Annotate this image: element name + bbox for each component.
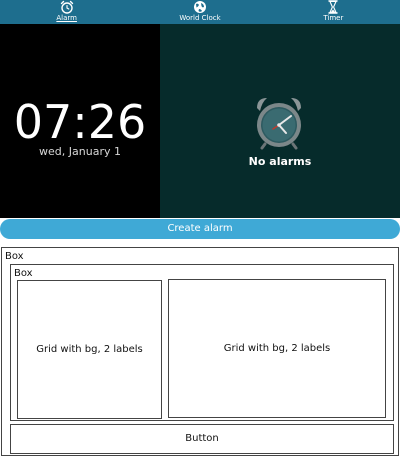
alarm-clock-icon (60, 0, 73, 14)
grid-right: Grid with bg, 2 labels (168, 279, 386, 418)
tab-world-clock[interactable]: World Clock (133, 0, 266, 24)
tab-bar: Alarm World Clock Timer (0, 0, 400, 24)
current-time: 07:26 (13, 95, 147, 149)
tab-alarm[interactable]: Alarm (0, 0, 133, 24)
current-date: wed, January 1 (39, 145, 121, 158)
alarms-panel: No alarms (160, 24, 400, 218)
clock-panel: 07:26 wed, January 1 (0, 24, 160, 218)
hourglass-icon (328, 0, 339, 14)
tab-alarm-label: Alarm (56, 14, 77, 22)
tab-timer-label: Timer (323, 14, 344, 22)
tab-world-clock-label: World Clock (179, 14, 221, 22)
grid-left-label: Grid with bg, 2 labels (36, 344, 143, 355)
inner-box-label: Box (14, 268, 33, 279)
outer-box: Box Box Grid with bg, 2 labels Grid with… (1, 247, 399, 456)
generic-button[interactable]: Button (10, 424, 394, 454)
grid-right-label: Grid with bg, 2 labels (223, 343, 331, 354)
grid-left: Grid with bg, 2 labels (17, 280, 162, 419)
no-alarms-label: No alarms (248, 155, 312, 168)
globe-icon (193, 1, 206, 13)
alarm-clock-icon (257, 98, 301, 150)
create-alarm-button[interactable]: Create alarm (0, 219, 400, 239)
outer-box-label: Box (5, 251, 24, 262)
tab-timer[interactable]: Timer (267, 0, 400, 24)
inner-box: Box Grid with bg, 2 labels Grid with bg,… (10, 264, 394, 421)
